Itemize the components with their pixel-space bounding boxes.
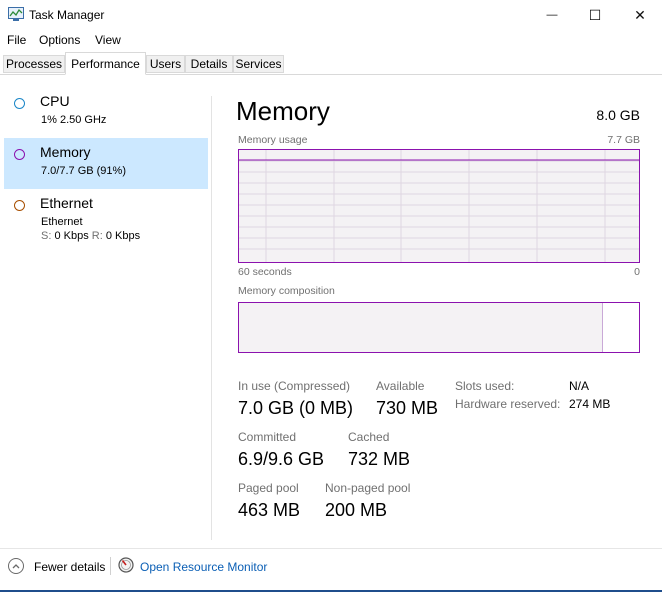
tab-details[interactable]: Details — [185, 55, 233, 73]
slots-used-value: N/A — [569, 379, 590, 393]
resource-monitor-icon — [118, 557, 134, 573]
memory-total: 8.0 GB — [596, 107, 640, 123]
footer-divider — [0, 548, 662, 549]
sidebar-item-label: Memory — [40, 144, 91, 160]
non-paged-pool-value: 200 MB — [325, 500, 388, 520]
cached-value: 732 MB — [348, 449, 411, 469]
maximize-icon: ☐ — [588, 6, 602, 23]
menu-file[interactable]: File — [7, 33, 26, 47]
task-manager-app-icon — [8, 7, 24, 21]
menu-options[interactable]: Options — [39, 33, 80, 47]
receive-value: 0 Kbps — [105, 230, 141, 242]
hardware-reserved-value: 274 MB — [569, 397, 611, 411]
close-button[interactable]: ✕ — [617, 0, 662, 30]
in-use-value: 7.0 GB (0 MB) — [238, 398, 354, 418]
window-title: Task Manager — [29, 8, 105, 22]
hardware-reserved-label: Hardware reserved: — [455, 397, 561, 411]
non-paged-pool-label: Non-paged pool — [325, 481, 411, 495]
footer-separator — [110, 557, 111, 575]
ethernet-indicator-icon — [14, 200, 25, 211]
menu-view[interactable]: View — [95, 33, 121, 47]
usage-graph-grid — [239, 150, 639, 262]
close-icon: ✕ — [634, 6, 646, 23]
sidebar-item-sub: 7.0/7.7 GB (91%) — [41, 165, 126, 177]
cached-label: Cached — [348, 430, 390, 444]
tab-processes[interactable]: Processes — [3, 55, 65, 73]
paged-pool-label: Paged pool — [238, 481, 299, 495]
send-label: S: — [41, 230, 52, 242]
committed-value: 6.9/9.6 GB — [238, 449, 325, 469]
graph-time-right: 0 — [634, 266, 640, 278]
composition-in-use-segment — [239, 303, 603, 352]
sidebar-item-label: Ethernet — [40, 195, 93, 211]
tab-performance[interactable]: Performance — [65, 52, 146, 75]
panel-divider — [211, 96, 212, 540]
minimize-button[interactable]: — — [529, 0, 575, 30]
receive-label: R: — [91, 230, 103, 242]
maximize-button[interactable]: ☐ — [572, 0, 618, 30]
memory-composition-label: Memory composition — [238, 285, 335, 297]
available-value: 730 MB — [376, 398, 439, 418]
sidebar-item-label: CPU — [40, 93, 70, 109]
chevron-up-icon — [8, 558, 24, 574]
memory-usage-graph — [238, 149, 640, 263]
memory-composition-bar — [238, 302, 640, 353]
graph-time-left: 60 seconds — [238, 266, 292, 278]
available-label: Available — [376, 379, 425, 393]
ethernet-throughput: S: 0 Kbps R: 0 Kbps — [41, 230, 140, 242]
sidebar-item-memory[interactable]: Memory 7.0/7.7 GB (91%) — [4, 138, 208, 189]
memory-indicator-icon — [14, 149, 25, 160]
minimize-icon: — — [546, 9, 558, 21]
tab-users[interactable]: Users — [146, 55, 185, 73]
committed-label: Committed — [238, 430, 297, 444]
fewer-details-label: Fewer details — [34, 560, 106, 574]
sidebar-item-sub: 1% 2.50 GHz — [41, 114, 107, 126]
menu-bar: File Options View — [0, 30, 662, 50]
send-value: 0 Kbps — [54, 230, 89, 242]
cpu-indicator-icon — [14, 98, 25, 109]
fewer-details-button[interactable]: Fewer details — [6, 555, 106, 577]
slots-used-label: Slots used: — [455, 379, 515, 393]
page-title: Memory — [236, 96, 330, 126]
sidebar-item-cpu[interactable]: CPU 1% 2.50 GHz — [4, 87, 208, 138]
sidebar-item-sub: Ethernet — [41, 216, 83, 228]
open-resource-monitor-link[interactable]: Open Resource Monitor — [140, 560, 267, 574]
sidebar-item-ethernet[interactable]: Ethernet Ethernet S: 0 Kbps R: 0 Kbps — [4, 189, 208, 251]
memory-usage-max: 7.7 GB — [607, 134, 640, 146]
title-bar: Task Manager — ☐ ✕ — [0, 0, 662, 30]
tab-bar: Processes Performance Users Details Serv… — [0, 52, 662, 75]
in-use-label: In use (Compressed) — [238, 379, 351, 393]
memory-usage-label: Memory usage — [238, 134, 308, 146]
tab-services[interactable]: Services — [233, 55, 284, 73]
paged-pool-value: 463 MB — [238, 500, 301, 520]
